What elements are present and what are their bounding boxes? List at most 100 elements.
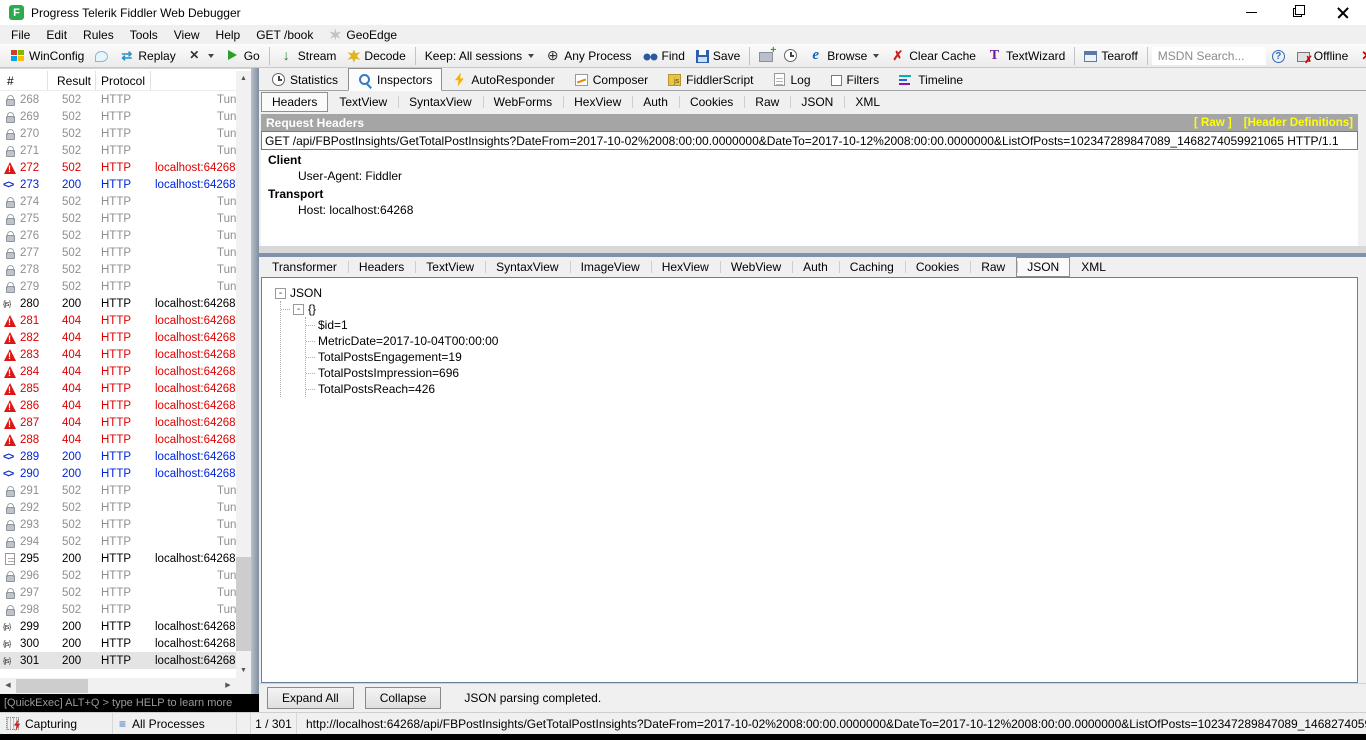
response-tab-transformer[interactable]: Transformer	[261, 258, 348, 276]
keep-all-sessions-button[interactable]: Keep: All sessions	[420, 47, 539, 65]
winconfig-button[interactable]: WinConfig	[5, 46, 89, 65]
session-row[interactable]: 288 404 HTTP localhost:64268	[0, 431, 236, 448]
scroll-left-arrow[interactable]: ◀	[0, 678, 16, 694]
scroll-right-arrow[interactable]: ▶	[220, 678, 236, 694]
request-line[interactable]: GET /api/FBPostInsights/GetTotalPostInsi…	[261, 131, 1358, 150]
scroll-down-arrow[interactable]: ▼	[236, 663, 251, 678]
removex-button[interactable]	[182, 46, 219, 65]
session-row[interactable]: 300 200 HTTP localhost:64268	[0, 635, 236, 652]
column-header-result[interactable]: Result	[48, 71, 96, 90]
session-row[interactable]: 283 404 HTTP localhost:64268	[0, 346, 236, 363]
session-row[interactable]: 289 200 HTTP localhost:64268	[0, 448, 236, 465]
session-row[interactable]: 297 502 HTTP Tunnel to	[0, 584, 236, 601]
session-row[interactable]: 293 502 HTTP Tunnel to	[0, 516, 236, 533]
tab-fiddlerscript[interactable]: FiddlerScript	[658, 69, 763, 90]
header-section-transport[interactable]: Transport	[261, 184, 1358, 202]
session-row[interactable]: 284 404 HTTP localhost:64268	[0, 363, 236, 380]
tab-filters[interactable]: Filters	[821, 69, 890, 90]
column-header-protocol[interactable]: Protocol	[96, 71, 151, 90]
minimize-button[interactable]	[1228, 0, 1274, 25]
session-row[interactable]: 277 502 HTTP Tunnel to	[0, 244, 236, 261]
tab-timeline[interactable]: Timeline	[889, 69, 973, 90]
replay-button[interactable]: Replay	[114, 46, 180, 65]
request-response-splitter[interactable]	[259, 246, 1366, 253]
session-row[interactable]: 287 404 HTTP localhost:64268	[0, 414, 236, 431]
capturing-cell[interactable]: Capturing	[0, 713, 113, 734]
session-row[interactable]: 281 404 HTTP localhost:64268	[0, 312, 236, 329]
menu-item-get-book[interactable]: GET /book	[248, 25, 321, 44]
session-row[interactable]: 299 200 HTTP localhost:64268	[0, 618, 236, 635]
session-row[interactable]: 276 502 HTTP Tunnel to	[0, 227, 236, 244]
session-row[interactable]: 274 502 HTTP Tunnel to	[0, 193, 236, 210]
json-field[interactable]: TotalPostsEngagement=19	[306, 349, 1357, 365]
session-row[interactable]: 285 404 HTTP localhost:64268	[0, 380, 236, 397]
request-tab-raw[interactable]: Raw	[744, 93, 790, 111]
session-row[interactable]: 298 502 HTTP Tunnel to	[0, 601, 236, 618]
response-tab-headers[interactable]: Headers	[347, 258, 415, 276]
closex-button[interactable]	[1354, 46, 1366, 65]
response-tab-imageview[interactable]: ImageView	[569, 258, 651, 276]
session-row[interactable]: 275 502 HTTP Tunnel to	[0, 210, 236, 227]
horizontal-scrollbar[interactable]: ◀ ▶	[0, 678, 251, 694]
msdn-search-input[interactable]: MSDN Search...	[1151, 46, 1266, 65]
scroll-thumb[interactable]	[236, 557, 251, 651]
session-row[interactable]: 268 502 HTTP Tunnel to	[0, 91, 236, 108]
process-filter-cell[interactable]: All Processes	[113, 713, 237, 734]
session-row[interactable]: 292 502 HTTP Tunnel to	[0, 499, 236, 516]
response-tab-syntaxview[interactable]: SyntaxView	[485, 258, 569, 276]
restore-button[interactable]	[1274, 0, 1320, 25]
textwizard-button[interactable]: TextWizard	[982, 46, 1070, 65]
collapse-toggle[interactable]	[293, 303, 304, 315]
menu-item-view[interactable]: View	[166, 25, 208, 44]
quickexec-input[interactable]: [QuickExec] ALT+Q > type HELP to learn m…	[0, 694, 259, 712]
json-field[interactable]: $id=1	[306, 317, 1357, 333]
scroll-thumb-horizontal[interactable]	[16, 679, 88, 693]
session-row[interactable]: 273 200 HTTP localhost:64268	[0, 176, 236, 193]
column-header-number[interactable]: #	[0, 71, 48, 90]
response-tab-caching[interactable]: Caching	[838, 258, 905, 276]
collapse-toggle[interactable]	[275, 287, 286, 299]
any-process-button[interactable]: Any Process	[540, 46, 636, 65]
tab-autoresponder[interactable]: AutoResponder	[442, 69, 564, 90]
browse-button[interactable]: Browse	[803, 46, 884, 65]
response-tab-textview[interactable]: TextView	[415, 258, 485, 276]
tab-composer[interactable]: Composer	[565, 69, 658, 90]
tab-statistics[interactable]: Statistics	[262, 69, 348, 90]
find-button[interactable]: Find	[638, 46, 690, 65]
go-button[interactable]: Go	[220, 46, 265, 65]
header-entry[interactable]: User-Agent: Fiddler	[261, 168, 1358, 184]
close-button[interactable]	[1320, 0, 1366, 25]
header-section-client[interactable]: Client	[261, 150, 1358, 168]
request-tab-headers[interactable]: Headers	[261, 91, 329, 112]
session-row[interactable]: 280 200 HTTP localhost:64268	[0, 295, 236, 312]
save-button[interactable]: Save	[691, 47, 745, 65]
collapse-button[interactable]: Collapse	[364, 687, 442, 709]
session-row[interactable]: 295 200 HTTP localhost:64268	[0, 550, 236, 567]
session-row[interactable]: 270 502 HTTP Tunnel to	[0, 125, 236, 142]
balloon-button[interactable]	[90, 47, 113, 64]
response-tab-cookies[interactable]: Cookies	[904, 258, 970, 276]
response-tab-hexview[interactable]: HexView	[650, 258, 720, 276]
session-row[interactable]: 301 200 HTTP localhost:64268	[0, 652, 236, 669]
json-field[interactable]: TotalPostsReach=426	[306, 381, 1357, 397]
response-tab-json[interactable]: JSON	[1016, 257, 1071, 277]
header-definitions-link[interactable]: [Header Definitions]	[1244, 117, 1353, 129]
menu-item-edit[interactable]: Edit	[38, 25, 75, 44]
response-tab-xml[interactable]: XML	[1070, 258, 1117, 276]
vertical-scrollbar[interactable]: ▲ ▼	[236, 71, 251, 678]
session-row[interactable]: 290 200 HTTP localhost:64268	[0, 465, 236, 482]
offline-button[interactable]: Offline	[1292, 47, 1353, 66]
request-tab-webforms[interactable]: WebForms	[482, 93, 563, 111]
session-row[interactable]: 294 502 HTTP Tunnel to	[0, 533, 236, 550]
clear-cache-button[interactable]: Clear Cache	[885, 46, 981, 65]
header-entry[interactable]: Host: localhost:64268	[261, 202, 1358, 218]
session-row[interactable]: 279 502 HTTP Tunnel to	[0, 278, 236, 295]
menu-item-help[interactable]: Help	[208, 25, 249, 44]
request-tab-hexview[interactable]: HexView	[563, 93, 632, 111]
menu-item-rules[interactable]: Rules	[75, 25, 122, 44]
json-tree-object-node[interactable]: {}	[281, 301, 1357, 317]
camera-button[interactable]	[754, 45, 778, 64]
request-tab-textview[interactable]: TextView	[328, 93, 398, 111]
session-row[interactable]: 271 502 HTTP Tunnel to	[0, 142, 236, 159]
clock-button[interactable]	[779, 47, 802, 64]
